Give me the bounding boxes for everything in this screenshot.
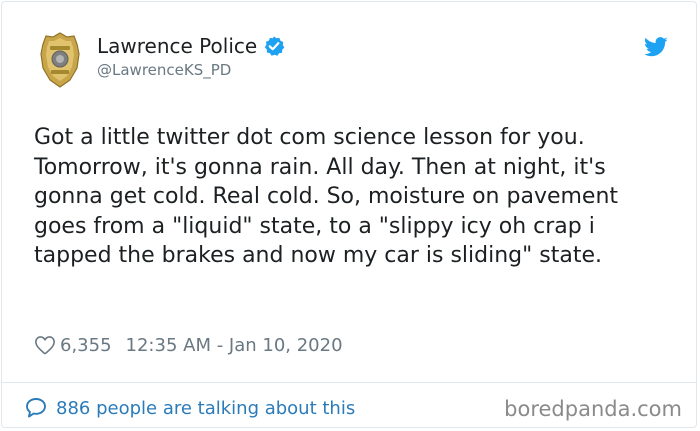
- police-badge-icon[interactable]: [40, 32, 80, 88]
- tweet-card: Lawrence Police @LawrenceKS_PD Got a lit…: [1, 1, 697, 428]
- twitter-bird-icon[interactable]: [644, 37, 668, 57]
- tweet-timestamp[interactable]: 12:35 AM - Jan 10, 2020: [126, 335, 343, 356]
- footer-divider: [2, 382, 696, 383]
- site-watermark: boredpanda.com: [504, 397, 682, 421]
- conversation-link[interactable]: 886 people are talking about this: [24, 395, 355, 421]
- user-handle[interactable]: @LawrenceKS_PD: [97, 60, 231, 80]
- conversation-text[interactable]: 886 people are talking about this: [56, 398, 355, 419]
- tweet-meta: 6,355 12:35 AM - Jan 10, 2020: [34, 333, 343, 357]
- verified-badge-icon: [264, 36, 285, 56]
- heart-icon[interactable]: [34, 334, 56, 356]
- like-count[interactable]: 6,355: [60, 335, 112, 356]
- display-name-row[interactable]: Lawrence Police: [97, 34, 285, 58]
- display-name[interactable]: Lawrence Police: [97, 34, 257, 58]
- tweet-text: Got a little twitter dot com science les…: [34, 125, 619, 268]
- speech-bubble-icon: [26, 398, 46, 418]
